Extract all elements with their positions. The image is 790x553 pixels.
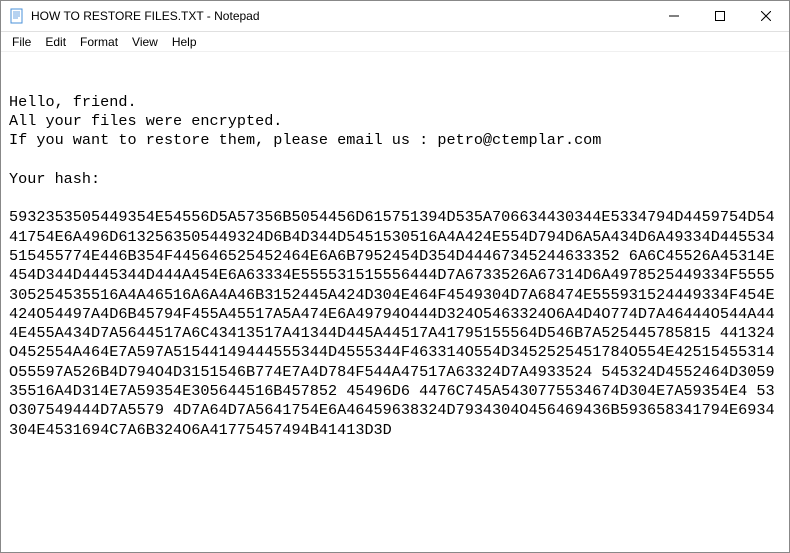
menu-edit[interactable]: Edit [38,34,73,50]
email-line: If you want to restore them, please emai… [9,131,601,149]
menubar: File Edit Format View Help [1,32,789,52]
minimize-button[interactable] [651,1,697,31]
document-text: Hello, friend. All your files were encry… [9,93,781,440]
close-button[interactable] [743,1,789,31]
hash-label: Your hash: [9,170,100,188]
menu-help[interactable]: Help [165,34,204,50]
hash-value: 5932353505449354E54556D5A57356B5054456D6… [9,208,775,438]
maximize-button[interactable] [697,1,743,31]
window-controls [651,1,789,31]
titlebar: HOW TO RESTORE FILES.TXT - Notepad [1,1,789,32]
notepad-icon [9,8,25,24]
notepad-window: HOW TO RESTORE FILES.TXT - Notepad File … [0,0,790,553]
menu-file[interactable]: File [5,34,38,50]
text-area[interactable]: Hello, friend. All your files were encry… [1,52,789,552]
encrypted-line: All your files were encrypted. [9,112,282,130]
greeting-line: Hello, friend. [9,93,137,111]
window-title: HOW TO RESTORE FILES.TXT - Notepad [31,9,651,23]
menu-format[interactable]: Format [73,34,125,50]
menu-view[interactable]: View [125,34,165,50]
